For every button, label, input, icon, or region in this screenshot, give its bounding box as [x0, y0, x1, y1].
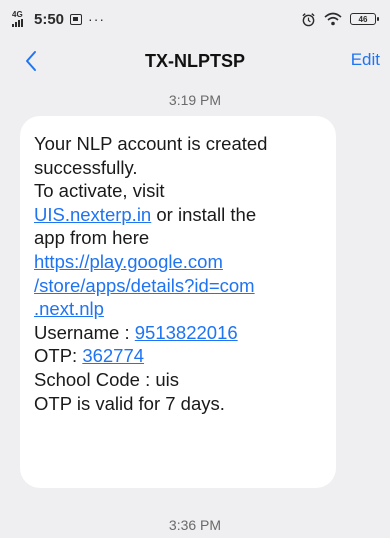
message-line: app from here — [34, 227, 150, 249]
more-notifications-icon: ··· — [88, 11, 106, 27]
message-line: OTP: 362774 — [34, 344, 322, 368]
message-timestamp: 3:19 PM — [168, 92, 222, 108]
alarm-clock-icon — [302, 12, 315, 26]
play-store-link[interactable]: /store/apps/details?id=com — [34, 275, 255, 296]
status-right: 46 — [301, 12, 379, 27]
username-label: Username : — [34, 321, 135, 343]
network-type-label: 4G — [12, 10, 23, 19]
status-time: 5:50 — [34, 10, 65, 28]
message-timestamp: 3:36 PM — [168, 517, 222, 533]
message-line: OTP is valid for 7 days. — [34, 392, 225, 414]
message-text: or install the — [151, 203, 257, 225]
sim-notification-icon — [70, 13, 83, 25]
contact-title: TX-NLPTSP — [144, 50, 245, 71]
username-phone-link[interactable]: 9513822016 — [135, 322, 238, 343]
status-left: 4G 5:50 ··· — [12, 11, 105, 28]
cellular-signal-icon: 4G — [12, 11, 28, 27]
message-line: To activate, visit — [34, 180, 165, 202]
message-line: .next.nlp — [34, 297, 322, 321]
otp-label: OTP: — [34, 345, 83, 367]
play-store-link[interactable]: .next.nlp — [34, 298, 104, 319]
message-line: /store/apps/details?id=com — [34, 274, 322, 298]
battery-level: 46 — [358, 14, 368, 24]
wifi-icon — [324, 12, 342, 26]
conversation-header: TX-NLPTSP Edit — [0, 38, 390, 84]
message-bubble[interactable]: Your NLP account is created successfully… — [20, 116, 336, 488]
message-line: Username : 9513822016 — [34, 321, 322, 345]
back-button[interactable] — [16, 46, 46, 76]
chevron-left-icon — [26, 51, 36, 71]
message-line: School Code : uis — [34, 368, 180, 390]
otp-code-link[interactable]: 362774 — [82, 345, 144, 366]
battery-icon: 46 — [350, 13, 379, 25]
message-line: https://play.google.com — [34, 250, 322, 274]
status-bar: 4G 5:50 ··· 46 — [0, 0, 390, 38]
play-store-link[interactable]: https://play.google.com — [34, 251, 223, 272]
edit-button[interactable]: Edit — [351, 50, 380, 70]
website-link[interactable]: UIS.nexterp.in — [34, 204, 151, 225]
sms-conversation-screen: 4G 5:50 ··· 46 TX-NLPTSP Edit 3:19 PM Yo… — [0, 0, 390, 538]
message-line: successfully. — [34, 156, 138, 178]
message-line: Your NLP account is created — [34, 133, 268, 154]
message-line: UIS.nexterp.in or install the — [34, 203, 322, 227]
